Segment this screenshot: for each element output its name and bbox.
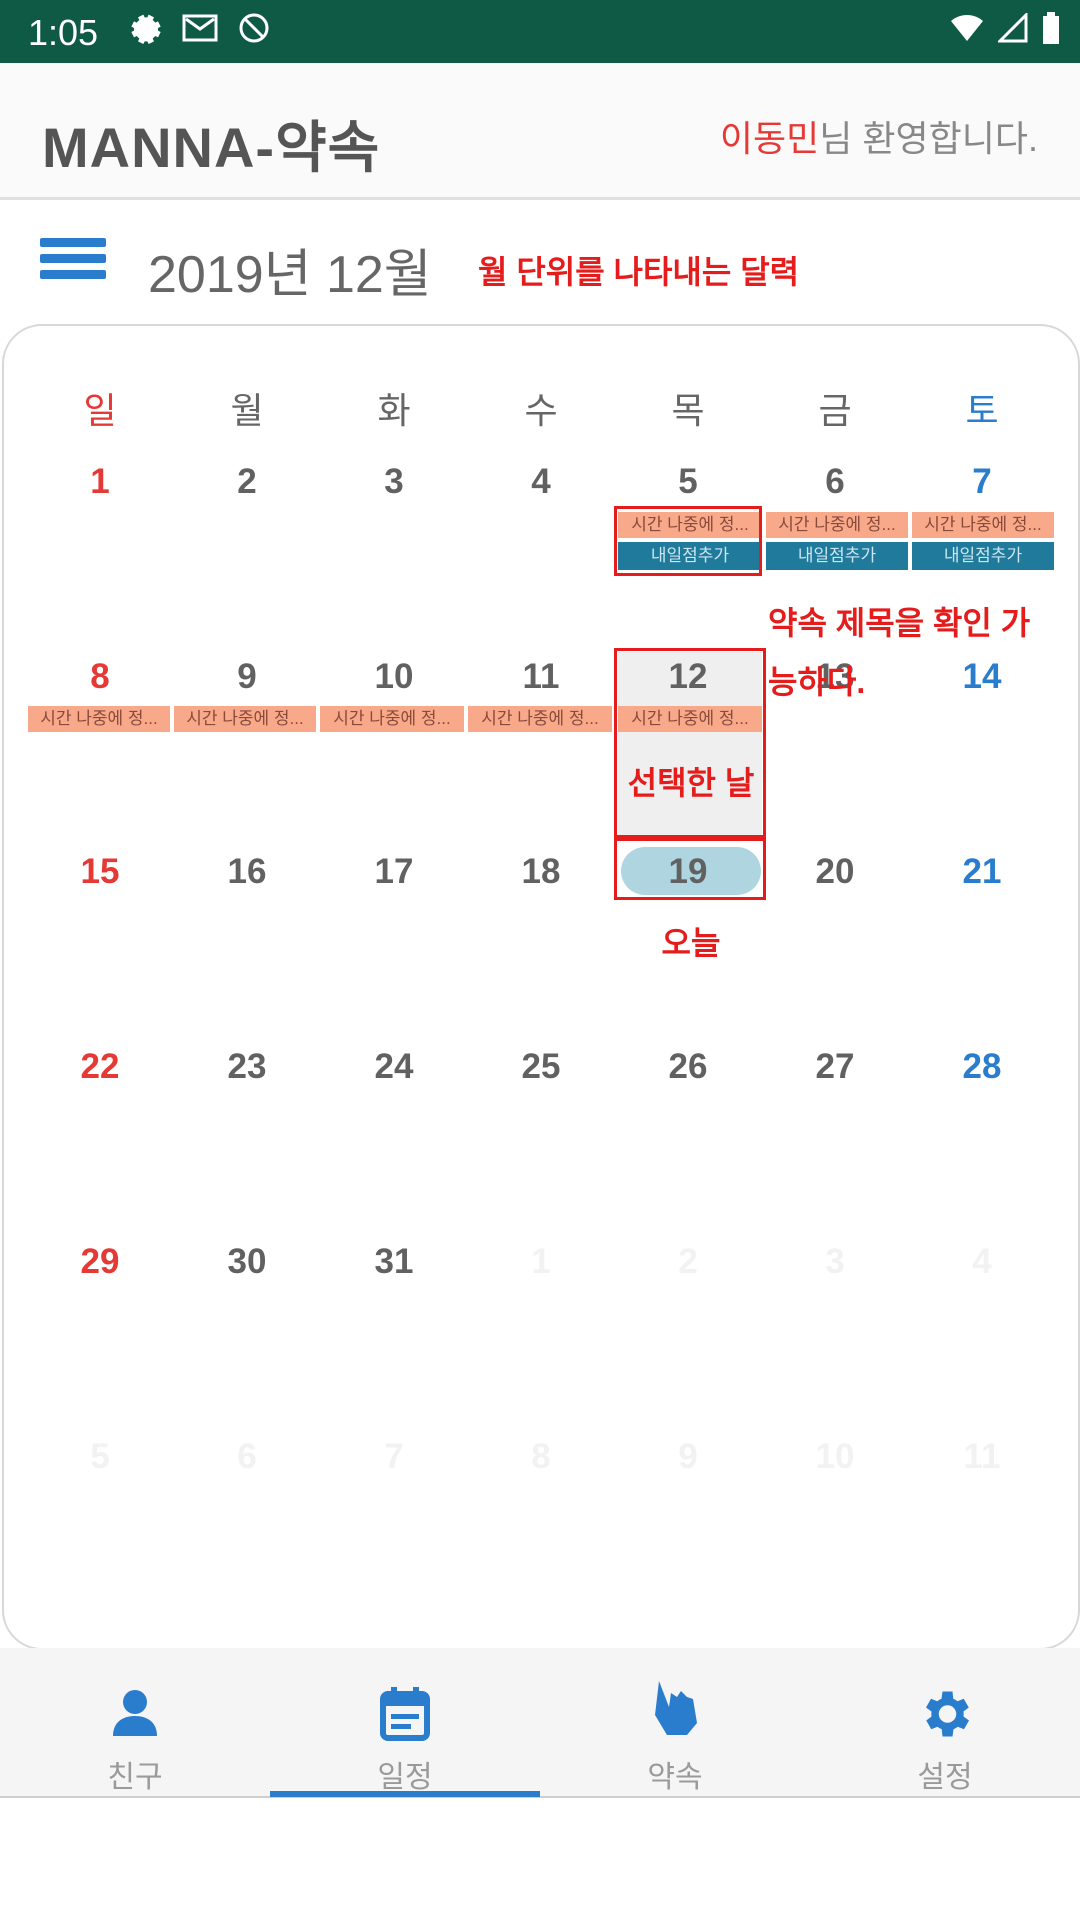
nav-label: 약속 — [647, 1761, 703, 1794]
settings-notification-icon — [131, 14, 161, 44]
status-time: 1:05 — [28, 12, 99, 53]
day-cell[interactable]: 2 — [174, 462, 320, 502]
weekday-fri: 금 — [818, 390, 852, 431]
day-cell-next-month[interactable]: 9 — [615, 1437, 761, 1477]
annotation-today: 오늘 — [661, 925, 721, 961]
event-label[interactable]: 시간 나중에 정... — [766, 512, 908, 538]
annotation-monthly: 월 단위를 나타내는 달력 — [478, 254, 800, 290]
weekday-thu: 목 — [671, 390, 705, 431]
annotation-box-selected — [614, 648, 766, 838]
day-cell[interactable]: 31 — [321, 1242, 467, 1282]
event-label[interactable]: 시간 나중에 정... — [468, 706, 612, 732]
day-cell-next-month[interactable]: 1 — [468, 1242, 614, 1282]
gear-icon — [926, 1691, 969, 1737]
day-cell-next-month[interactable]: 10 — [762, 1437, 908, 1477]
day-cell[interactable]: 24 — [321, 1047, 467, 1087]
nav-label: 친구 — [107, 1761, 163, 1794]
nav-active-indicator — [270, 1791, 540, 1797]
day-cell-next-month[interactable]: 2 — [615, 1242, 761, 1282]
day-cell-next-month[interactable]: 6 — [174, 1437, 320, 1477]
day-cell[interactable]: 22 — [27, 1047, 173, 1087]
day-cell-next-month[interactable]: 8 — [468, 1437, 614, 1477]
event-label[interactable]: 시간 나중에 정... — [174, 706, 316, 732]
day-cell[interactable]: 10 — [321, 657, 467, 697]
day-cell-next-month[interactable]: 3 — [762, 1242, 908, 1282]
weekday-sun: 일 — [83, 390, 117, 431]
calendar-icon — [380, 1687, 430, 1741]
day-cell[interactable]: 14 — [909, 657, 1055, 697]
nav-schedule[interactable]: 일정 — [270, 1648, 540, 1796]
day-cell[interactable]: 28 — [909, 1047, 1055, 1087]
day-cell[interactable]: 7 — [909, 462, 1055, 502]
nav-label: 일정 — [377, 1761, 433, 1794]
day-cell-next-month[interactable]: 7 — [321, 1437, 467, 1477]
day-cell[interactable]: 8 — [27, 657, 173, 697]
event-label[interactable]: 시간 나중에 정... — [28, 706, 170, 732]
annotation-box-today — [614, 838, 766, 900]
day-cell[interactable]: 23 — [174, 1047, 320, 1087]
user-name: 이동민 — [719, 118, 820, 159]
wifi-icon — [951, 15, 983, 41]
mail-notification-icon — [182, 14, 218, 42]
day-cell[interactable]: 16 — [174, 852, 320, 892]
welcome-message: 이동민님 환영합니다. — [720, 110, 1038, 162]
person-icon — [113, 1690, 157, 1736]
day-cell[interactable]: 17 — [321, 852, 467, 892]
bottom-navigation: 친구 일정 약속 설정 — [0, 1648, 1080, 1798]
day-cell[interactable]: 25 — [468, 1047, 614, 1087]
day-cell[interactable]: 11 — [468, 657, 614, 697]
calendar-card: 일 월 화 수 목 금 토 1 2 3 4 5 6 7 시간 나중에 정... … — [2, 324, 1080, 1650]
event-label[interactable]: 시간 나중에 정... — [912, 512, 1054, 538]
day-cell[interactable]: 4 — [468, 462, 614, 502]
status-bar: 1:05 — [0, 0, 1080, 63]
day-cell[interactable]: 3 — [321, 462, 467, 502]
day-cell[interactable]: 18 — [468, 852, 614, 892]
welcome-suffix: 님 환영합니다. — [819, 118, 1038, 159]
nav-friends[interactable]: 친구 — [0, 1648, 270, 1796]
weekday-tue: 화 — [377, 390, 411, 431]
day-cell[interactable]: 6 — [762, 462, 908, 502]
app-title: MANNA-약속 — [42, 116, 381, 179]
weekday-mon: 월 — [230, 390, 264, 431]
hand-pointer-icon — [655, 1681, 697, 1735]
nav-appointments[interactable]: 약속 — [540, 1648, 810, 1796]
nav-label: 설정 — [917, 1761, 973, 1794]
nav-settings[interactable]: 설정 — [810, 1648, 1080, 1796]
signal-icon — [998, 13, 1028, 43]
day-cell[interactable]: 5 — [615, 462, 761, 502]
menu-icon[interactable] — [40, 238, 106, 286]
day-cell[interactable]: 9 — [174, 657, 320, 697]
month-label: 2019년 12월 — [148, 246, 432, 304]
day-cell-next-month[interactable]: 4 — [909, 1242, 1055, 1282]
battery-icon — [1043, 12, 1059, 44]
event-label[interactable]: 내일점추가 — [912, 542, 1054, 570]
day-cell[interactable]: 20 — [762, 852, 908, 892]
sync-disabled-icon — [239, 13, 269, 43]
annotation-title-check-line2: 능하다. — [768, 664, 866, 700]
day-cell[interactable]: 29 — [27, 1242, 173, 1282]
weekday-wed: 수 — [524, 390, 558, 431]
day-cell-next-month[interactable]: 5 — [27, 1437, 173, 1477]
app-header: MANNA-약속 이동민님 환영합니다. — [0, 63, 1080, 200]
day-cell[interactable]: 30 — [174, 1242, 320, 1282]
day-cell[interactable]: 1 — [27, 462, 173, 502]
day-cell[interactable]: 27 — [762, 1047, 908, 1087]
day-cell[interactable]: 26 — [615, 1047, 761, 1087]
day-cell[interactable]: 21 — [909, 852, 1055, 892]
annotation-selected: 선택한 날 — [627, 765, 755, 801]
annotation-title-check-line1: 약속 제목을 확인 가 — [768, 605, 1031, 641]
event-label[interactable]: 시간 나중에 정... — [320, 706, 464, 732]
annotation-box-event-title — [614, 506, 762, 576]
day-cell-next-month[interactable]: 11 — [909, 1437, 1055, 1477]
weekday-sat: 토 — [965, 390, 999, 431]
event-label[interactable]: 내일점추가 — [766, 542, 908, 570]
day-cell[interactable]: 15 — [27, 852, 173, 892]
